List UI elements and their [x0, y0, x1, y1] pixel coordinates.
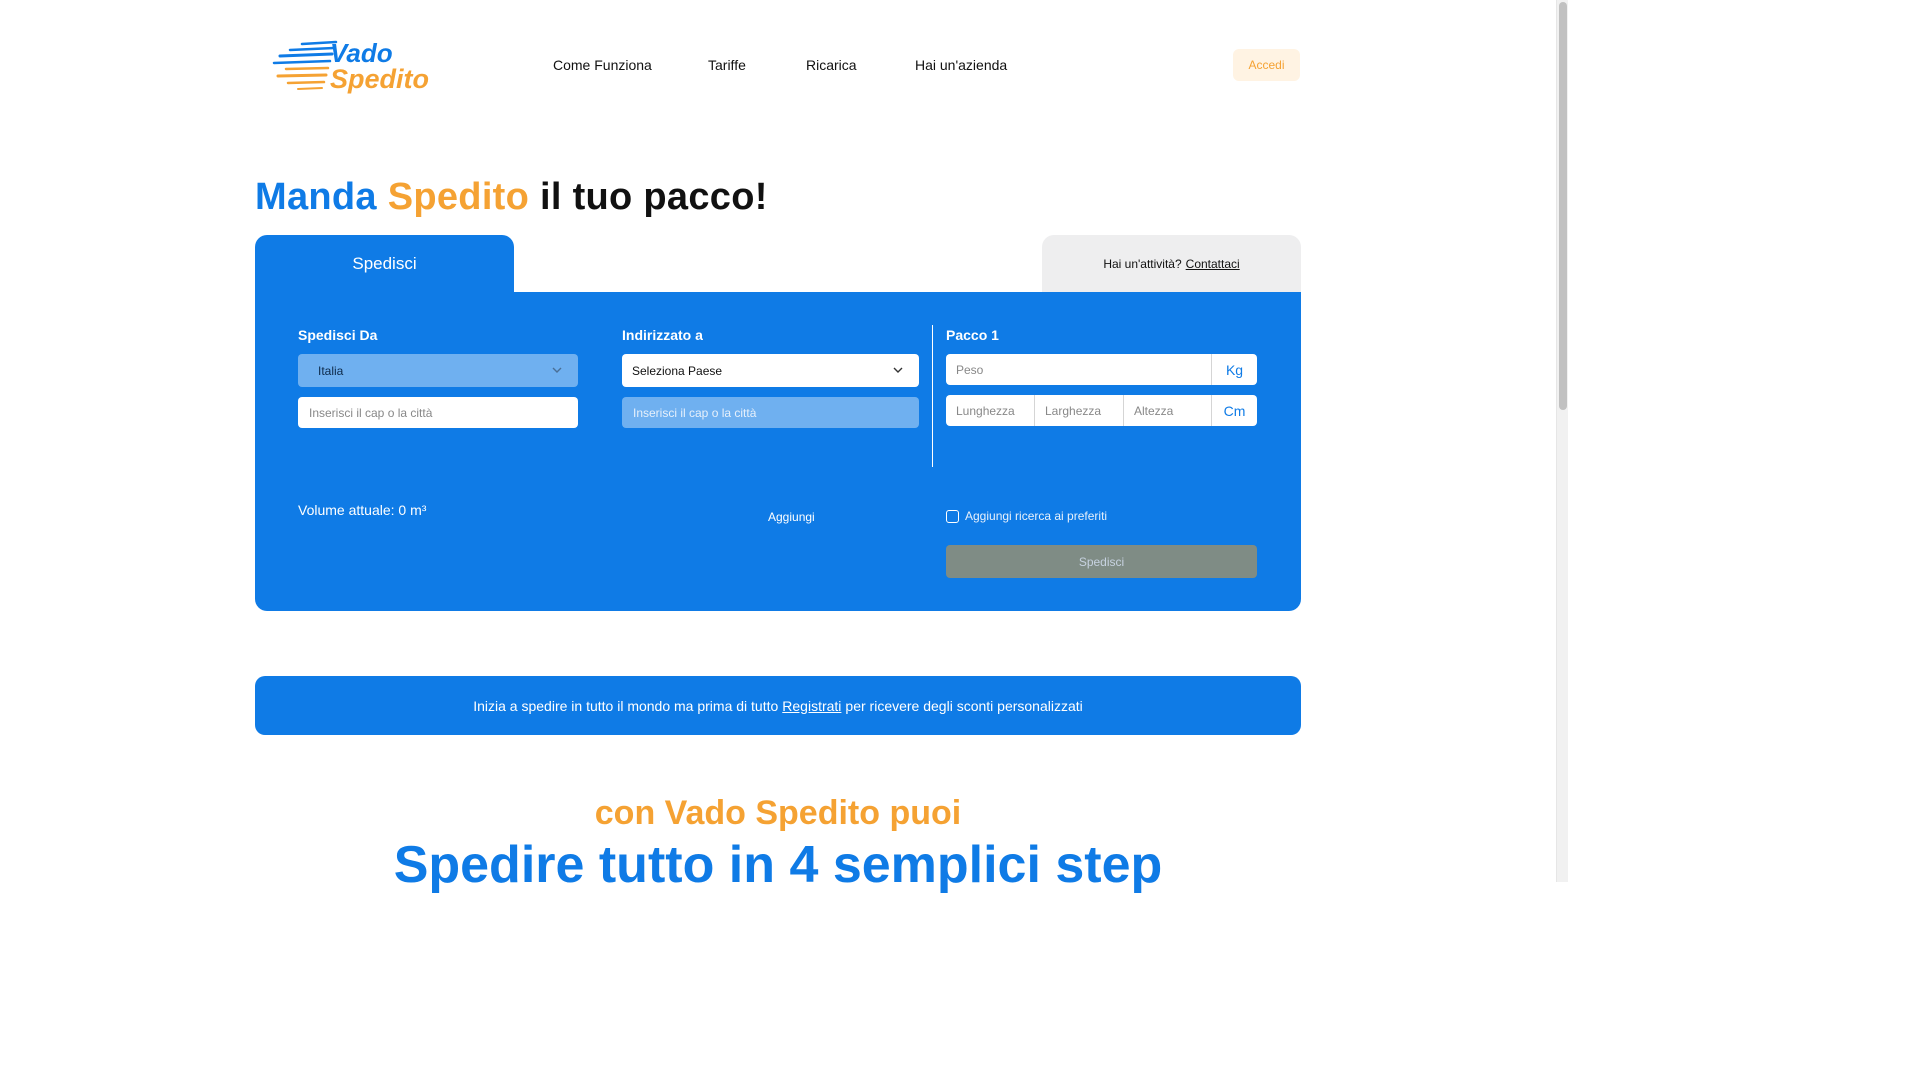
section-subheading: con Vado Spedito puoi: [594, 794, 962, 832]
from-country-select[interactable]: Italia: [298, 354, 578, 387]
login-button[interactable]: Accedi: [1233, 49, 1300, 81]
from-title: Spedisci Da: [298, 327, 378, 343]
hero-title: Manda Spedito il tuo pacco!: [255, 174, 768, 220]
weight-placeholder: Peso: [956, 362, 984, 377]
to-city-placeholder: Inserisci il cap o la città: [633, 405, 757, 420]
tab-business: Hai un'attività? Contattaci: [1042, 235, 1301, 293]
volume-text: Volume attuale: 0 m³: [298, 502, 427, 518]
from-country-value: Italia: [318, 363, 344, 378]
from-city-input[interactable]: Inserisci il cap o la città: [298, 397, 578, 428]
chevron-down-icon: [552, 367, 562, 373]
main-nav: Come Funziona Tariffe Ricarica Hai un'az…: [0, 56, 1300, 76]
banner-text-after: per ricevere degli sconti personalizzati: [845, 697, 1083, 714]
chevron-down-icon: [893, 367, 903, 373]
page-scrollbar[interactable]: [1556, 0, 1568, 882]
favorite-label: Aggiungi ricerca ai preferiti: [965, 509, 1108, 523]
register-link[interactable]: Registrati: [782, 698, 841, 714]
favorite-option[interactable]: Aggiungi ricerca ai preferiti: [946, 509, 1107, 523]
to-city-input[interactable]: Inserisci il cap o la città: [622, 397, 919, 428]
dimension-unit: Cm: [1223, 402, 1246, 419]
weight-unit: Kg: [1225, 361, 1244, 378]
to-country-select[interactable]: Seleziona Paese: [622, 354, 919, 387]
to-country-value: Seleziona Paese: [632, 363, 723, 378]
to-title: Indirizzato a: [622, 327, 703, 343]
banner-text-before: Inizia a spedire in tutto il mondo ma pr…: [473, 697, 779, 714]
favorite-checkbox[interactable]: [946, 509, 959, 523]
width-input[interactable]: Larghezza: [1035, 395, 1124, 426]
weight-input[interactable]: Peso: [946, 354, 1212, 385]
add-package-button[interactable]: Aggiungi: [768, 510, 815, 524]
nav-come-funziona[interactable]: Come Funziona: [553, 56, 652, 74]
register-banner: Inizia a spedire in tutto il mondo ma pr…: [255, 676, 1301, 735]
nav-ricarica[interactable]: Ricarica: [806, 56, 857, 74]
height-placeholder: Altezza: [1134, 403, 1174, 418]
package-title: Pacco 1: [946, 327, 999, 343]
from-city-placeholder: Inserisci il cap o la città: [309, 405, 433, 420]
hero-word-spedito: Spedito: [387, 176, 530, 218]
scrollbar-thumb[interactable]: [1559, 2, 1567, 410]
length-placeholder: Lunghezza: [956, 403, 1015, 418]
column-divider: [932, 325, 933, 467]
hero-word-manda: Manda: [255, 176, 377, 218]
dimensions-group: Lunghezza Larghezza Altezza Cm: [946, 395, 1257, 426]
hero-word-rest: il tuo pacco!: [540, 176, 768, 218]
section-heading: Spedire tutto in 4 semplici step: [393, 836, 1163, 894]
tab-spedisci[interactable]: Spedisci: [255, 235, 514, 293]
nav-tariffe[interactable]: Tariffe: [708, 56, 746, 74]
width-placeholder: Larghezza: [1045, 403, 1102, 418]
length-input[interactable]: Lunghezza: [946, 395, 1035, 426]
contattaci-link[interactable]: Contattaci: [1186, 257, 1240, 271]
nav-hai-un-azienda[interactable]: Hai un'azienda: [915, 56, 1007, 74]
height-input[interactable]: Altezza: [1124, 395, 1212, 426]
submit-shipment-button[interactable]: Spedisci: [946, 545, 1257, 578]
business-question: Hai un'attività?: [1103, 257, 1182, 271]
weight-group: Peso Kg: [946, 354, 1257, 385]
